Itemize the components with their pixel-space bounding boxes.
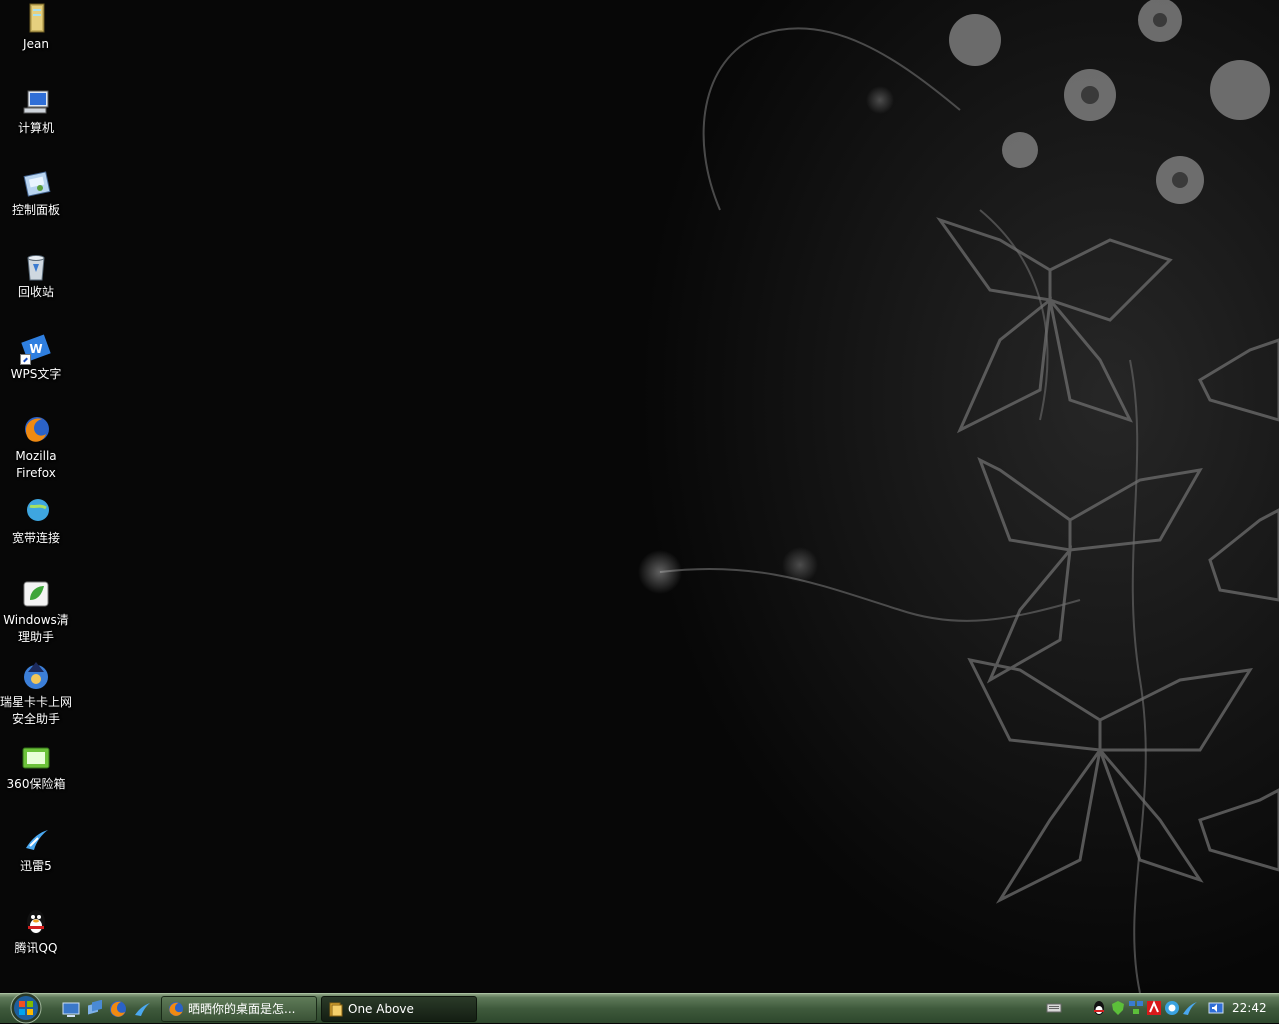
shortcut-arrow-icon — [20, 354, 31, 365]
folder-icon — [329, 1002, 343, 1017]
taskbar: 晒晒你的桌面是怎... One Above 22:42 — [0, 992, 1279, 1024]
thunder-icon — [26, 830, 48, 850]
icon-label: 回收站 — [17, 285, 54, 299]
rising-kaka-icon — [24, 662, 48, 689]
desktop-icon-recycle-bin[interactable]: 回收站 — [0, 250, 72, 301]
qq-icon[interactable] — [1091, 1000, 1107, 1016]
desktop-icon-360-safebox[interactable]: 360保险箱 — [0, 742, 72, 793]
volume-icon[interactable] — [1208, 1000, 1224, 1016]
svg-text:W: W — [29, 342, 42, 356]
thunder-icon[interactable] — [133, 1000, 151, 1018]
desktop-icon-qq[interactable]: 腾讯QQ — [0, 906, 72, 957]
icon-label: 控制面板 — [11, 203, 60, 217]
control-panel-icon — [23, 171, 51, 197]
task-button-label: 晒晒你的桌面是怎... — [188, 1002, 296, 1016]
firefox-icon — [169, 1002, 183, 1016]
rising-icon[interactable] — [1146, 1000, 1162, 1016]
desktop-icon-broadband[interactable]: 宽带连接 — [0, 496, 72, 547]
network-icon[interactable] — [1128, 1000, 1144, 1016]
icon-label: 腾讯QQ — [14, 941, 58, 955]
windows-cleaner-icon — [23, 581, 49, 607]
shield-icon[interactable] — [1110, 1000, 1126, 1016]
computer-icon — [23, 90, 49, 114]
desktop-icon-control-panel[interactable]: 控制面板 — [0, 168, 72, 219]
desktop-icon-wps-writer[interactable]: W WPS文字 — [0, 332, 72, 383]
icon-label: Jean — [23, 37, 49, 51]
icon-label: 计算机 — [17, 121, 54, 135]
desktop-icon-thunder[interactable]: 迅雷5 — [0, 824, 72, 875]
desktop-icon-rising-kaka[interactable]: 瑞星卡卡上网安全助手 — [0, 660, 72, 728]
icon-label: 迅雷5 — [20, 859, 52, 873]
system-clock[interactable]: 22:42 — [1232, 994, 1267, 1023]
desktop-icon-firefox[interactable]: Mozilla Firefox — [0, 414, 72, 482]
icon-label: Windows清理助手 — [3, 613, 69, 644]
desktop-icon-user-folder[interactable]: Jean — [0, 2, 72, 53]
icon-label: 宽带连接 — [11, 531, 60, 545]
task-button-firefox[interactable]: 晒晒你的桌面是怎... — [161, 996, 317, 1022]
broadband-connection-icon — [27, 499, 49, 521]
user-folder-icon — [29, 3, 45, 33]
desktop-wallpaper — [0, 0, 1279, 993]
recycle-bin-icon — [27, 255, 45, 281]
qq-icon — [27, 910, 45, 934]
icon-label: 360保险箱 — [6, 777, 66, 791]
360-icon[interactable] — [1164, 1000, 1180, 1016]
show-desktop-icon[interactable] — [62, 1000, 80, 1018]
switch-windows-icon[interactable] — [86, 1000, 104, 1018]
icon-label: 瑞星卡卡上网安全助手 — [0, 695, 73, 726]
desktop-icon-windows-cleaner[interactable]: Windows清理助手 — [0, 578, 72, 646]
360-safebox-icon — [22, 747, 50, 769]
keyboard-icon[interactable] — [1046, 1002, 1062, 1014]
icon-label: Mozilla Firefox — [15, 449, 57, 480]
windows-start-orb-icon[interactable] — [6, 992, 46, 1024]
firefox-icon — [25, 417, 49, 442]
task-button-label: One Above — [348, 1002, 414, 1016]
task-button-one-above[interactable]: One Above — [321, 996, 477, 1022]
icon-label: WPS文字 — [10, 367, 62, 381]
desktop-icon-computer[interactable]: 计算机 — [0, 86, 72, 137]
thunder-icon[interactable] — [1182, 1000, 1198, 1016]
firefox-icon[interactable] — [109, 1000, 127, 1018]
